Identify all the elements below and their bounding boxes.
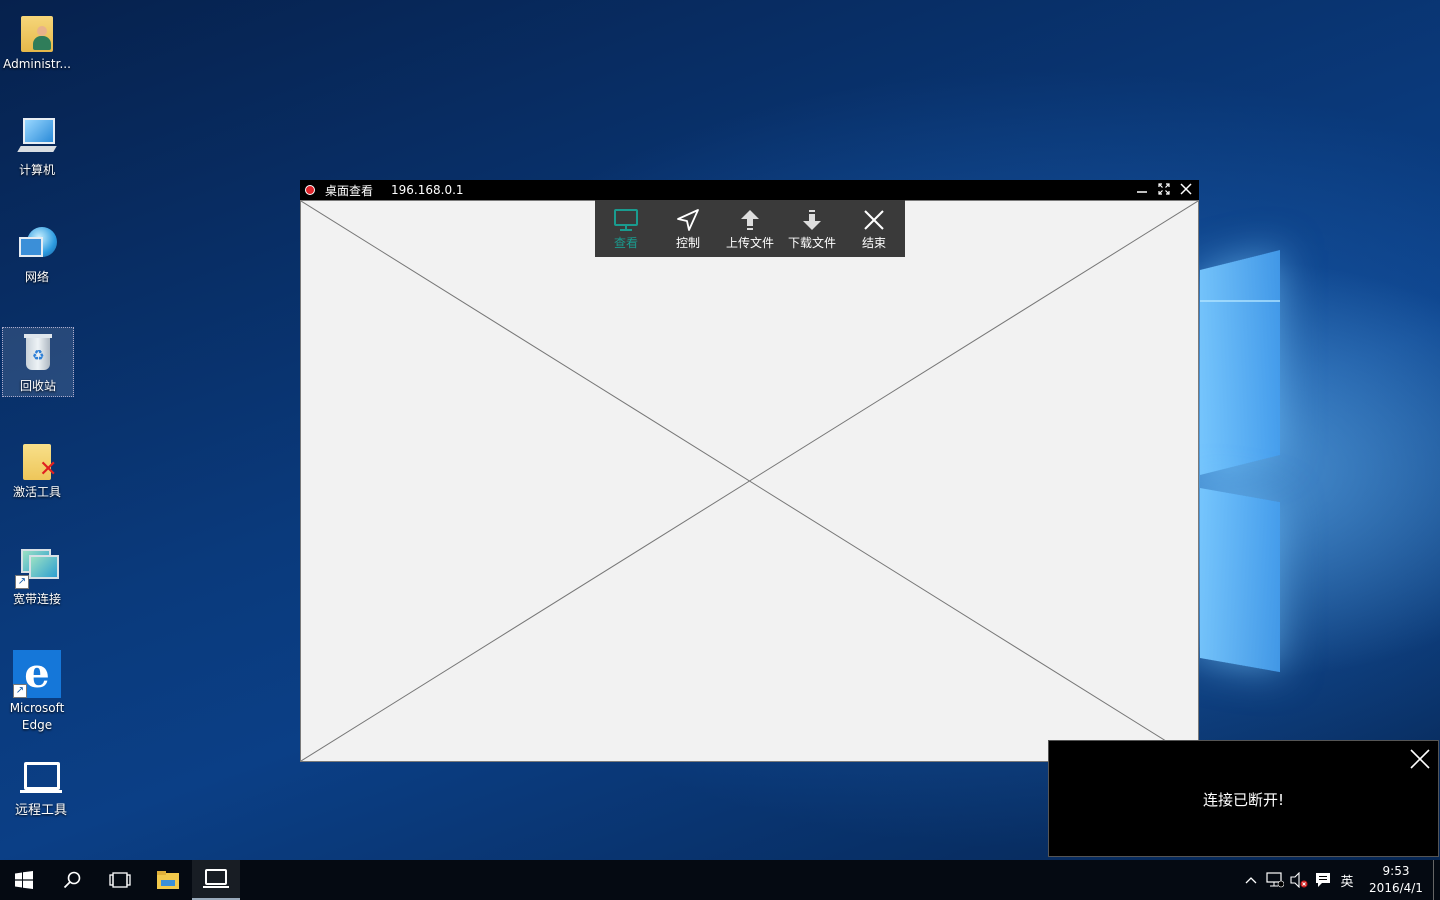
task-view-button[interactable]	[96, 860, 144, 900]
start-button[interactable]	[0, 860, 48, 900]
laptop-icon	[16, 756, 66, 800]
desktop-icon-recycle-bin[interactable]: ♻ 回收站	[2, 327, 74, 397]
minimize-icon	[1137, 191, 1147, 193]
windows-logo-icon	[15, 871, 33, 889]
fullscreen-icon	[1158, 183, 1170, 195]
desktop-icon-broadband[interactable]: ↗ 宽带连接	[2, 537, 72, 608]
file-explorer-button[interactable]	[144, 860, 192, 900]
wallpaper-logo-pane-top	[1200, 250, 1280, 475]
desktop-icon-label: 远程工具	[14, 803, 67, 818]
tool-label: 控制	[675, 235, 700, 250]
desktop-icon-label: 回收站	[19, 379, 56, 393]
file-explorer-icon	[157, 871, 179, 889]
close-icon	[1180, 183, 1192, 195]
desktop-icon-activation-tool[interactable]: ✕ 激活工具	[2, 430, 72, 501]
close-x-icon	[864, 209, 884, 230]
action-center-button[interactable]	[1311, 860, 1335, 900]
recycle-bin-icon: ♻	[16, 332, 60, 376]
desktop-icon-label: 计算机	[18, 163, 55, 177]
desktop-icon-label: Administr...	[3, 57, 71, 71]
desktop-icon-label: 网络	[24, 270, 49, 284]
tool-label: 上传文件	[725, 235, 774, 250]
broken-file-icon: ✕	[15, 438, 59, 482]
download-arrow-icon	[803, 209, 821, 230]
remote-tool-taskbar-button[interactable]	[192, 860, 240, 900]
close-window-button[interactable]	[1179, 183, 1193, 197]
clock[interactable]: 9:53 2016/4/1	[1365, 863, 1427, 897]
desktop-icon-edge[interactable]: e ↗ Microsoft Edge	[2, 642, 72, 734]
task-view-icon	[109, 872, 131, 888]
fullscreen-button[interactable]	[1157, 183, 1171, 197]
desktop-icon-computer[interactable]: 计算机	[2, 108, 72, 179]
desktop-icon-label: 宽带连接	[12, 592, 61, 606]
desktop-icon-label: Microsoft Edge	[9, 701, 65, 732]
desktop-viewer-window: 桌面查看 196.168.0.1 查看 控制 上传文件 下载文件 结束	[300, 180, 1199, 762]
taskbar: 英 9:53 2016/4/1	[0, 860, 1440, 900]
volume-muted-icon	[1290, 872, 1308, 888]
viewer-ip-address: 196.168.0.1	[391, 183, 464, 197]
minimize-button[interactable]	[1135, 183, 1149, 197]
show-hidden-icons-button[interactable]	[1239, 860, 1263, 900]
desktop-icon-label: 激活工具	[12, 485, 61, 499]
system-tray: 英 9:53 2016/4/1	[1239, 860, 1440, 900]
search-button[interactable]	[48, 860, 96, 900]
show-desktop-button[interactable]	[1433, 860, 1440, 900]
volume-tray-button[interactable]	[1287, 860, 1311, 900]
tool-label: 查看	[613, 235, 638, 250]
computer-icon	[15, 116, 59, 160]
chevron-up-icon	[1245, 877, 1257, 884]
tool-upload-button[interactable]: 上传文件	[720, 200, 780, 257]
notification-close-button[interactable]	[1408, 747, 1432, 771]
clock-date: 2016/4/1	[1369, 881, 1423, 895]
laptop-icon	[203, 869, 229, 888]
remote-screen-placeholder[interactable]	[300, 200, 1199, 762]
monitor-icon	[614, 208, 638, 231]
empty-image-placeholder-icon	[301, 201, 1198, 761]
desktop-icon-network[interactable]: 网络	[2, 215, 72, 286]
broadband-connection-icon: ↗	[15, 545, 59, 589]
network-tray-button[interactable]	[1263, 860, 1287, 900]
viewer-title: 桌面查看	[325, 183, 374, 198]
clock-time: 9:53	[1382, 864, 1410, 878]
edge-icon: e ↗	[13, 650, 61, 698]
wallpaper-logo-pane-bottom	[1200, 488, 1280, 673]
notification-message: 连接已断开!	[1202, 791, 1284, 809]
tool-end-button[interactable]: 结束	[844, 200, 904, 257]
input-method-button[interactable]: 英	[1335, 860, 1359, 900]
user-folder-icon	[15, 10, 59, 54]
network-icon	[15, 223, 59, 267]
tool-label: 下载文件	[787, 235, 836, 250]
wallpaper-beam	[1200, 300, 1280, 302]
desktop-icon-administrator[interactable]: Administr...	[2, 2, 72, 73]
search-icon	[63, 871, 81, 889]
cursor-arrow-icon	[677, 208, 699, 231]
recording-dot-icon	[305, 185, 315, 195]
message-icon	[1316, 873, 1330, 887]
viewer-titlebar[interactable]: 桌面查看 196.168.0.1	[300, 180, 1199, 200]
desktop-icon-remote-tool[interactable]: 远程工具	[6, 748, 76, 819]
upload-arrow-icon	[741, 209, 759, 230]
network-disconnected-icon	[1266, 872, 1284, 888]
close-icon	[1410, 749, 1430, 769]
viewer-toolbar: 查看 控制 上传文件 下载文件 结束	[595, 200, 905, 257]
tool-control-button[interactable]: 控制	[658, 200, 718, 257]
disconnect-notification: 连接已断开!	[1048, 740, 1439, 857]
tool-view-button[interactable]: 查看	[596, 200, 656, 257]
tool-download-button[interactable]: 下载文件	[782, 200, 842, 257]
tool-label: 结束	[861, 235, 886, 250]
